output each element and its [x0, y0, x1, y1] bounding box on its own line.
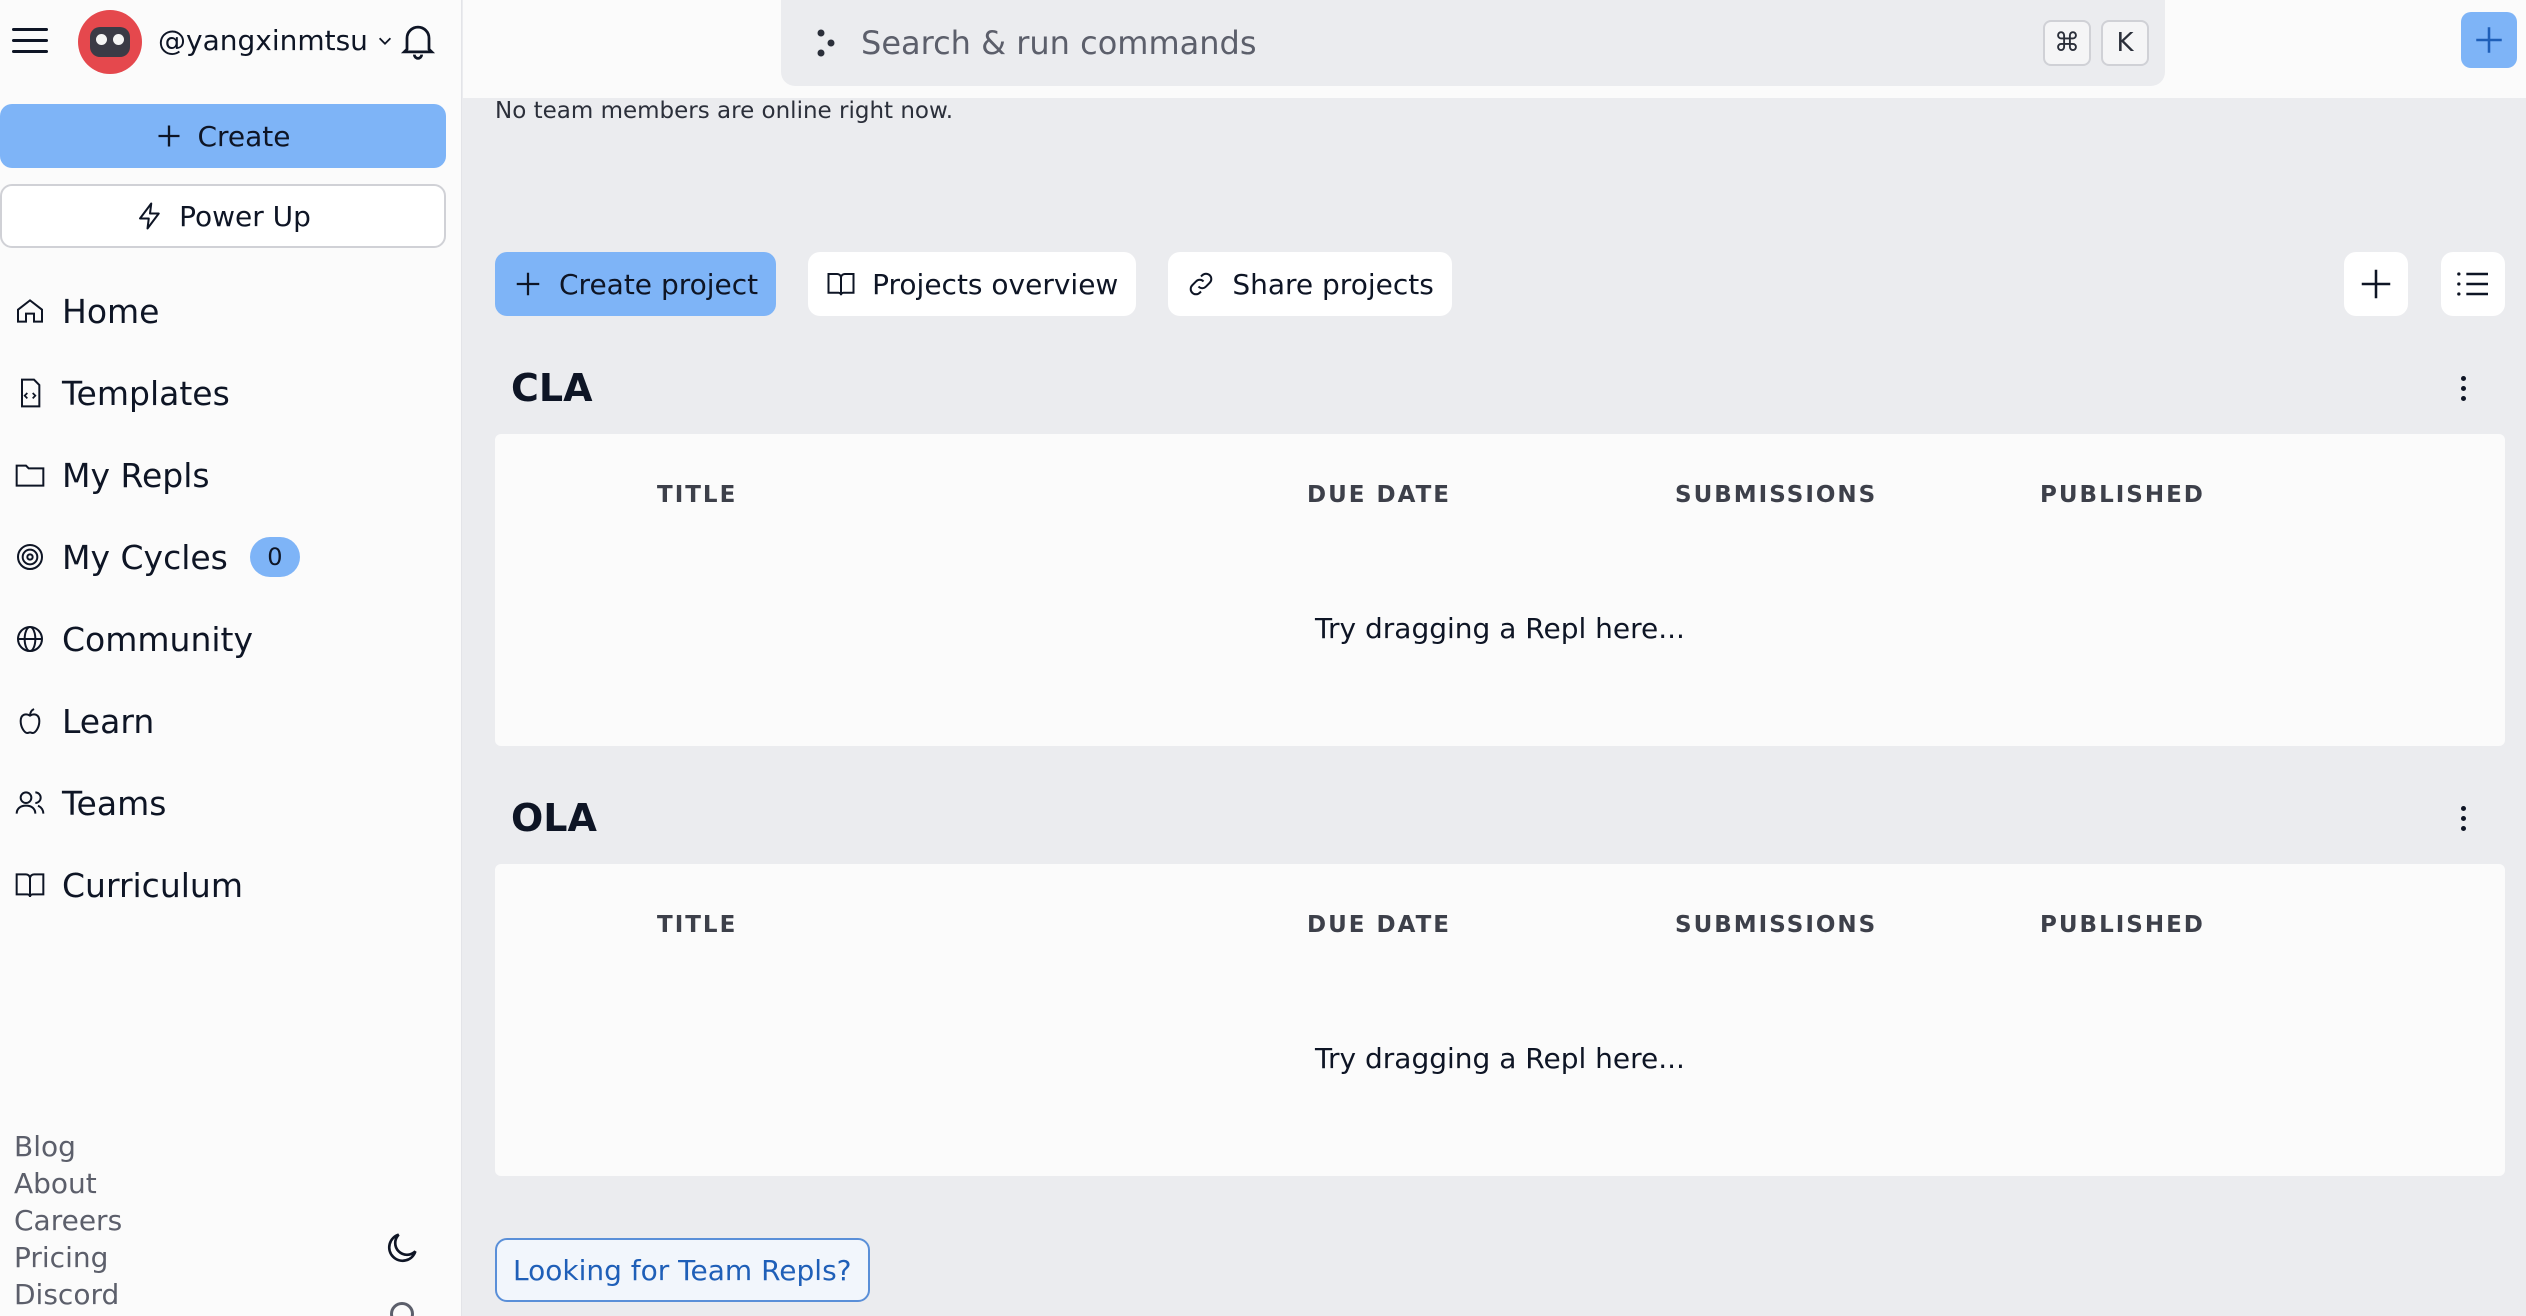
projects-overview-button[interactable]: Projects overview	[808, 252, 1137, 316]
search-placeholder: Search & run commands	[861, 24, 1257, 62]
footer-link-blog[interactable]: Blog	[14, 1128, 122, 1165]
shortcut-cmd-key: ⌘	[2043, 20, 2091, 66]
plus-icon	[516, 272, 540, 296]
top-bar: Search & run commands ⌘ K	[463, 0, 2526, 98]
avatar[interactable]	[78, 10, 142, 74]
link-icon	[1190, 272, 1213, 296]
list-view-button[interactable]	[2441, 252, 2505, 316]
team-repls-button[interactable]: Looking for Team Repls?	[495, 1238, 870, 1302]
sidebar-item-label: Teams	[62, 783, 167, 823]
sidebar-item-curriculum[interactable]: Curriculum	[0, 844, 462, 926]
create-button-label: Create	[197, 119, 291, 153]
column-header-due-date[interactable]: DUE DATE	[1307, 482, 1451, 508]
add-section-button[interactable]	[2344, 252, 2408, 316]
book-icon	[15, 873, 45, 898]
sidebar-item-label: Community	[62, 619, 253, 659]
chevron-down-icon	[378, 37, 391, 45]
moon-icon[interactable]	[382, 1228, 422, 1268]
column-header-title[interactable]: TITLE	[657, 912, 737, 938]
sidebar-item-label: My Cycles	[62, 537, 228, 577]
plus-icon	[2476, 27, 2502, 53]
empty-drop-zone[interactable]: Try dragging a Repl here...	[495, 612, 2505, 645]
footer-link-discord[interactable]: Discord	[14, 1276, 122, 1313]
list-icon	[2457, 272, 2488, 296]
search-input[interactable]: Search & run commands ⌘ K	[781, 0, 2165, 86]
section-menu-icon[interactable]	[2453, 800, 2473, 836]
share-projects-button[interactable]: Share projects	[1168, 252, 1452, 316]
column-header-title[interactable]: TITLE	[657, 482, 737, 508]
book-icon	[827, 273, 855, 296]
home-icon	[17, 299, 43, 323]
section-title: CLA	[511, 366, 593, 410]
sidebar-item-home[interactable]: Home	[0, 270, 462, 352]
project-table: TITLE DUE DATE SUBMISSIONS PUBLISHED Try…	[495, 434, 2505, 746]
sidebar-item-label: Home	[62, 291, 160, 331]
top-create-button[interactable]	[2461, 12, 2517, 68]
template-file-icon	[21, 378, 41, 408]
create-project-button[interactable]: Create project	[495, 252, 777, 316]
sidebar: @yangxinmtsu Create Power Up Home Templa…	[0, 0, 462, 1316]
column-header-published[interactable]: PUBLISHED	[2040, 482, 2205, 508]
username-label: @yangxinmtsu	[158, 24, 368, 57]
cycles-badge: 0	[249, 537, 300, 577]
shortcut-k-key: K	[2101, 20, 2149, 66]
column-header-submissions[interactable]: SUBMISSIONS	[1675, 482, 1877, 508]
column-header-due-date[interactable]: DUE DATE	[1307, 912, 1451, 938]
section-title: OLA	[511, 796, 597, 840]
section-menu-icon[interactable]	[2453, 370, 2473, 406]
power-up-button[interactable]: Power Up	[0, 184, 446, 248]
power-up-button-label: Power Up	[179, 199, 311, 233]
footer-link-about[interactable]: About	[14, 1165, 122, 1202]
command-dots-icon	[817, 29, 835, 57]
project-actions: Create project Projects overview Share p…	[495, 252, 1452, 316]
user-menu[interactable]: @yangxinmtsu	[158, 24, 394, 57]
menu-icon[interactable]	[12, 22, 48, 58]
empty-drop-zone[interactable]: Try dragging a Repl here...	[495, 1042, 2505, 1075]
column-header-submissions[interactable]: SUBMISSIONS	[1675, 912, 1877, 938]
apple-icon	[19, 708, 41, 735]
column-header-published[interactable]: PUBLISHED	[2040, 912, 2205, 938]
sidebar-item-label: Templates	[62, 373, 230, 413]
sidebar-item-label: My Repls	[62, 455, 210, 495]
bell-icon[interactable]	[396, 18, 440, 62]
create-button[interactable]: Create	[0, 104, 446, 168]
lightning-icon	[139, 202, 160, 230]
footer-links: Blog About Careers Pricing Discord	[14, 1128, 122, 1313]
share-projects-label: Share projects	[1232, 267, 1434, 301]
folder-icon	[15, 464, 45, 487]
sidebar-item-learn[interactable]: Learn	[0, 680, 462, 762]
footer-link-careers[interactable]: Careers	[14, 1202, 122, 1239]
users-icon	[15, 791, 45, 814]
sidebar-item-community[interactable]: Community	[0, 598, 462, 680]
sidebar-item-templates[interactable]: Templates	[0, 352, 462, 434]
sidebar-item-my-cycles[interactable]: My Cycles 0	[0, 516, 462, 598]
help-icon[interactable]	[390, 1302, 414, 1316]
projects-overview-label: Projects overview	[872, 267, 1119, 301]
plus-icon	[2361, 269, 2391, 299]
cycles-icon	[17, 544, 43, 570]
sidebar-header: @yangxinmtsu	[0, 0, 462, 84]
sidebar-item-teams[interactable]: Teams	[0, 762, 462, 844]
globe-icon	[17, 626, 43, 652]
create-project-label: Create project	[559, 267, 759, 301]
footer-link-pricing[interactable]: Pricing	[14, 1239, 122, 1276]
project-table: TITLE DUE DATE SUBMISSIONS PUBLISHED Try…	[495, 864, 2505, 1176]
sidebar-item-label: Learn	[62, 701, 155, 741]
plus-icon	[158, 125, 180, 147]
online-status: No team members are online right now.	[495, 98, 954, 124]
sidebar-nav: Home Templates My Repls My Cycles 0 Comm…	[0, 270, 462, 926]
sidebar-item-my-repls[interactable]: My Repls	[0, 434, 462, 516]
main-content: No team members are online right now. Cr…	[463, 98, 2526, 1316]
sidebar-item-label: Curriculum	[62, 865, 243, 905]
